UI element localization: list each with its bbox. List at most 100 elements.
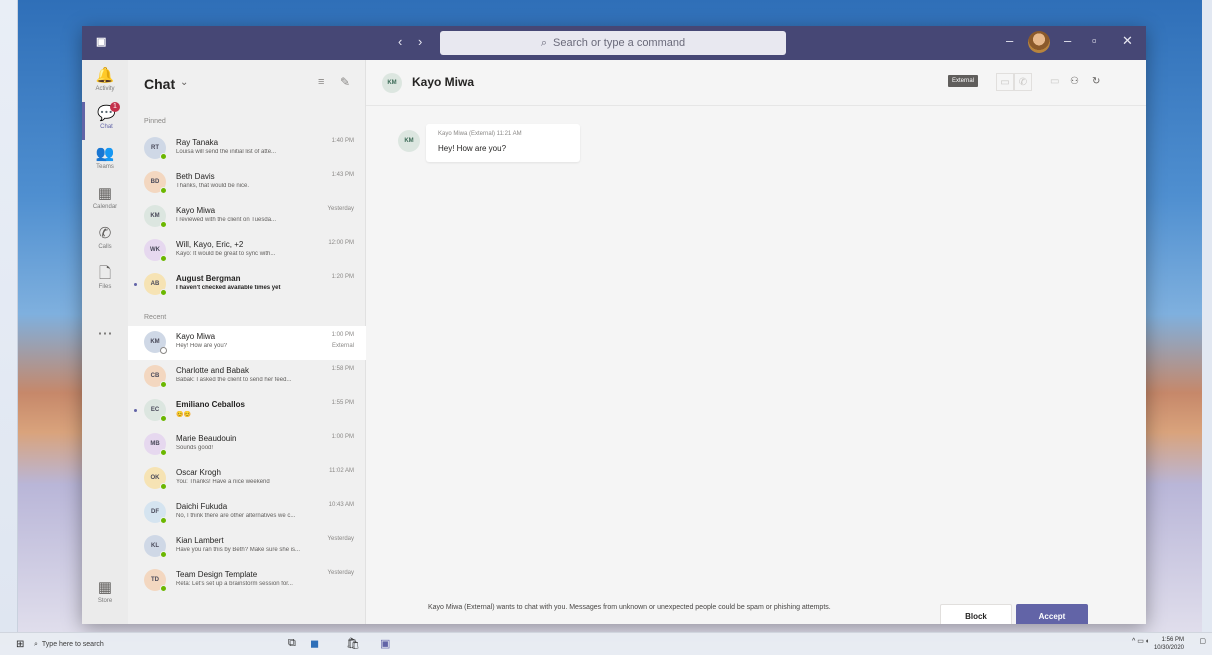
chat-list-title[interactable]: Chat xyxy=(144,76,175,92)
presence-indicator xyxy=(160,415,167,422)
calendar-icon: ▦ xyxy=(97,185,113,202)
windows-taskbar: ⊞ ⌕ Type here to search ⧉ ◼ 🛍 ▣ ^ ▭ ◐ 1:… xyxy=(0,632,1212,655)
new-chat-icon[interactable]: ✎ xyxy=(340,75,350,89)
chat-preview: 😊😊 xyxy=(176,412,191,418)
rail-item-teams[interactable]: 👥 Teams xyxy=(82,142,128,180)
minimize-button[interactable]: – xyxy=(1064,33,1071,48)
chat-time: 1:58 PM xyxy=(331,366,354,372)
windows-start-icon[interactable]: ⊞ xyxy=(16,639,24,650)
chat-preview: I reviewed with the client on Tuesda... xyxy=(176,217,277,223)
desktop-background-window-left xyxy=(0,0,18,632)
chat-name: Emiliano Ceballos xyxy=(176,400,245,409)
unread-badge: 1 xyxy=(110,102,120,112)
add-people-icon[interactable]: ⚇ xyxy=(1070,73,1079,91)
chat-name: Kayo Miwa xyxy=(176,332,216,341)
video-call-icon[interactable]: ▭ xyxy=(996,73,1014,91)
audio-call-icon[interactable]: ✆ xyxy=(1014,73,1032,91)
chat-list-item[interactable]: RT Ray Tanaka 1:40 PM Louisa will send the … xyxy=(128,132,366,166)
task-view-icon[interactable]: ⧉ xyxy=(288,637,296,650)
title-bar: ▣ ‹ › ⌕ Search or type a command – – ▫ ✕ xyxy=(82,26,1146,60)
taskbar-search-input[interactable]: ⌕ Type here to search xyxy=(34,636,214,653)
filter-icon[interactable]: ≡ xyxy=(318,76,324,88)
presence-indicator xyxy=(160,221,167,228)
chat-time: 10:43 AM xyxy=(328,502,354,508)
chat-preview: Kayo: It would be great to sync with... xyxy=(176,251,276,257)
chat-preview: I haven't checked available times yet xyxy=(176,285,281,291)
rail-label: Activity xyxy=(95,86,115,92)
chat-name: Marie Beaudouin xyxy=(176,434,237,443)
chat-preview: Reta: Let's set up a brainstorm session … xyxy=(176,581,293,587)
chat-preview: You: Thanks! Have a nice weekend xyxy=(176,479,270,485)
desktop-background-window-right xyxy=(1202,0,1212,632)
search-placeholder: Search or type a command xyxy=(553,37,686,49)
chat-list-item[interactable]: KM Kayo Miwa 1:00 PM Hey! How are you? Exter… xyxy=(128,326,366,360)
chat-list-item[interactable]: KM Kayo Miwa Yesterday I reviewed with the … xyxy=(128,200,366,234)
rail-item-more[interactable]: ⋯ xyxy=(82,322,128,360)
rail-item-calendar[interactable]: ▦ Calendar xyxy=(82,182,128,220)
search-icon: ⌕ xyxy=(540,36,548,49)
chat-time: Yesterday xyxy=(327,570,354,576)
chat-list-item[interactable]: WK Will, Kayo, Eric, +2 12:00 PM Kayo: It w… xyxy=(128,234,366,268)
chevron-down-icon[interactable]: ⌄ xyxy=(180,77,188,88)
chat-list-item[interactable]: CB Charlotte and Babak 1:58 PM Babak: I ask… xyxy=(128,360,366,394)
phone-icon: ✆ xyxy=(98,225,112,242)
chat-icon: 💬 xyxy=(97,105,116,122)
presence-indicator xyxy=(160,483,167,490)
maximize-button[interactable]: ▫ xyxy=(1092,33,1097,48)
chat-list-panel: Chat ⌄ ≡ ✎ Pinned RT Ray Tanaka 1:40 PM Lou… xyxy=(128,60,366,624)
teams-taskbar-icon[interactable]: ▣ xyxy=(380,637,390,650)
rail-item-activity[interactable]: 🔔 Activity xyxy=(82,64,128,102)
chat-preview: Babak: I asked the client to send her fe… xyxy=(176,377,292,383)
rail-item-calls[interactable]: ✆ Calls xyxy=(82,222,128,260)
chat-list-item[interactable]: DF Daichi Fukuda 10:43 AM No, I think there… xyxy=(128,496,366,530)
rail-label: Calls xyxy=(98,244,112,250)
chat-list-item[interactable]: TD Team Design Template Yesterday Reta: Let… xyxy=(128,564,366,598)
screen-share-icon[interactable]: ▭ xyxy=(1050,73,1059,91)
clock-date: 10/30/2020 xyxy=(1153,645,1184,651)
rail-label: Store xyxy=(97,598,113,604)
chat-time: Yesterday xyxy=(327,536,354,542)
close-button[interactable]: ✕ xyxy=(1122,33,1133,49)
rail-item-files[interactable]: 🗋 Files xyxy=(82,262,128,300)
chat-preview: Hey! How are you? xyxy=(176,343,228,349)
rail-item-store[interactable]: ▦ Store xyxy=(82,576,128,614)
store-icon[interactable]: 🛍 xyxy=(346,637,360,650)
unread-dot xyxy=(134,283,137,286)
chat-name: Kayo Miwa xyxy=(176,206,216,215)
forward-button[interactable]: › xyxy=(418,34,422,49)
chat-time: 1:55 PM xyxy=(331,400,354,406)
chat-list-header: Chat ⌄ ≡ ✎ xyxy=(128,60,365,106)
search-icon: ⌕ xyxy=(34,640,38,648)
taskbar-clock[interactable]: 1:56 PM 10/30/2020 xyxy=(1154,636,1184,652)
presence-indicator xyxy=(160,585,167,592)
profile-avatar[interactable] xyxy=(1028,31,1050,53)
pinned-section-label: Pinned xyxy=(144,118,166,125)
back-button[interactable]: ‹ xyxy=(398,34,402,49)
accept-button[interactable]: Accept xyxy=(1016,604,1088,624)
chat-list-item[interactable]: OK Oscar Krogh 11:02 AM You: Thanks! Have a… xyxy=(128,462,366,496)
chat-list-item[interactable]: EC Emiliano Ceballos 1:55 PM 😊😊 xyxy=(128,394,366,428)
presence-indicator xyxy=(160,289,167,296)
external-badge: External xyxy=(948,75,979,87)
command-search-input[interactable]: ⌕ Search or type a command xyxy=(440,31,786,55)
chat-time: Yesterday xyxy=(327,206,354,212)
conversation-title: Kayo Miwa xyxy=(412,75,475,89)
chat-name: Charlotte and Babak xyxy=(176,366,249,375)
chat-preview: Louisa will send the initial list of att… xyxy=(176,149,277,155)
chat-time: 1:20 PM xyxy=(331,274,354,280)
system-tray-icons[interactable]: ^ ▭ ◐ xyxy=(1132,637,1150,645)
chat-list-item[interactable]: MB Marie Beaudouin 1:00 PM Sounds good! xyxy=(128,428,366,462)
chat-time: 1:00 PM xyxy=(331,332,354,338)
file-icon: 🗋 xyxy=(98,265,112,282)
chat-name: Will, Kayo, Eric, +2 xyxy=(176,240,244,249)
rail-label: Calendar xyxy=(92,204,118,210)
chat-list-item[interactable]: KL Kian Lambert Yesterday Have you ran this… xyxy=(128,530,366,564)
block-button[interactable]: Block xyxy=(940,604,1012,624)
chat-list-item[interactable]: AB August Bergman 1:20 PM I haven't checked… xyxy=(128,268,366,302)
notification-center-icon[interactable]: ▢ xyxy=(1199,637,1206,645)
refresh-icon[interactable]: ↻ xyxy=(1092,73,1100,91)
chat-list-item[interactable]: BD Beth Davis 1:43 PM Thanks, that would be… xyxy=(128,166,366,200)
chat-name: Ray Tanaka xyxy=(176,138,219,147)
rail-item-chat[interactable]: 💬 1 Chat xyxy=(82,102,128,140)
edge-browser-icon[interactable]: ◼ xyxy=(310,637,319,650)
